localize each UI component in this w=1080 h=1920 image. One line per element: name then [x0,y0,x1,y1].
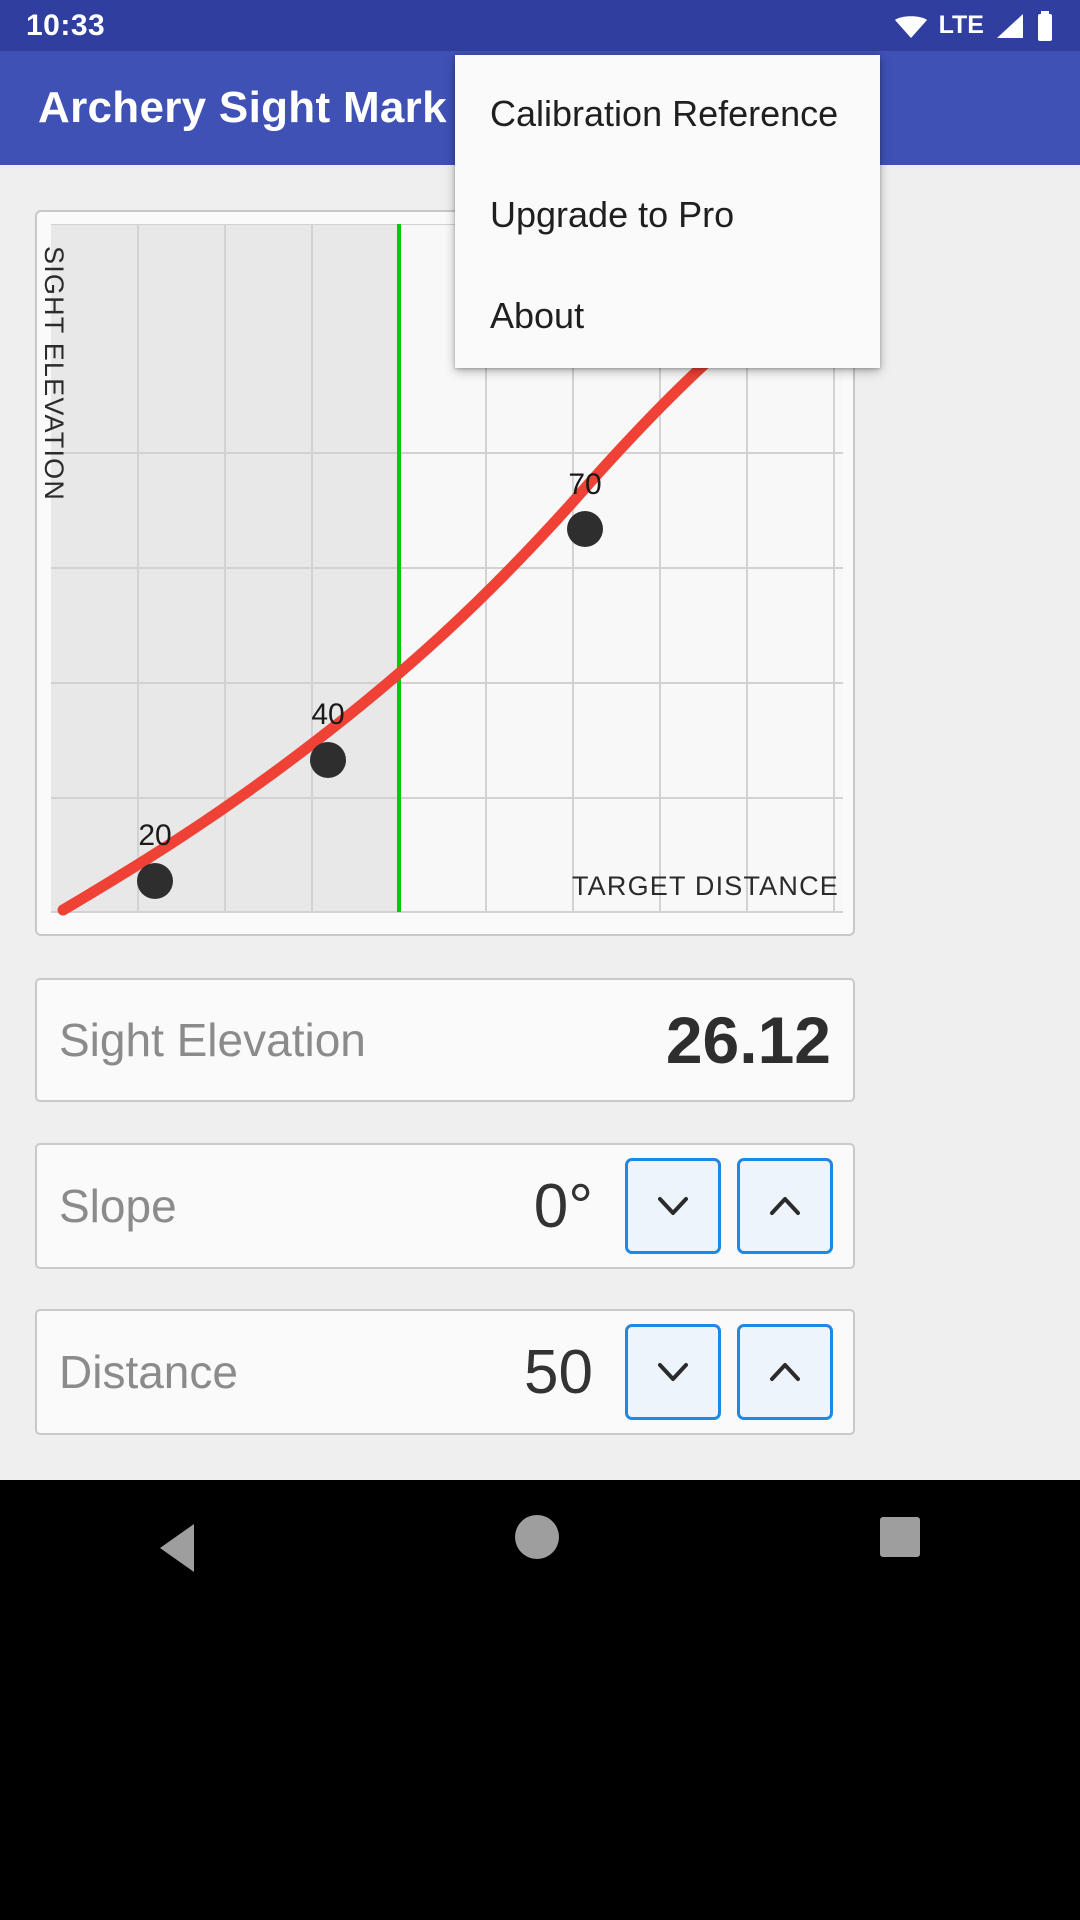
menu-item-label: Upgrade to Pro [490,193,735,235]
chart-y-axis-label: SIGHT ELEVATION [39,246,69,502]
system-navigation-bar [0,1480,1080,1920]
chart-point-label-70: 70 [568,468,602,501]
menu-item-label: About [490,294,585,336]
overflow-menu[interactable]: Calibration Reference Upgrade to Pro Abo… [455,55,880,368]
distance-label: Distance [59,1346,238,1398]
sight-elevation-row: Sight Elevation 26.12 [35,978,855,1102]
battery-icon [1038,10,1052,41]
slope-decrement-button[interactable] [625,1158,721,1254]
slope-row: Slope 0° [35,1143,855,1269]
home-circle-icon[interactable] [514,1515,559,1559]
signal-icon [997,13,1023,38]
menu-item-label: Calibration Reference [490,92,839,134]
chart-x-axis-label: TARGET DISTANCE [571,871,839,901]
chart-point-20 [137,863,173,899]
chart-point-label-40: 40 [311,698,345,731]
chevron-down-icon [658,1197,688,1215]
menu-item-calibration-reference[interactable]: Calibration Reference [455,63,880,164]
distance-row: Distance 50 [35,1309,855,1435]
chevron-up-icon [770,1197,800,1215]
menu-item-upgrade-to-pro[interactable]: Upgrade to Pro [455,164,880,265]
distance-value: 50 [524,1337,593,1407]
status-bar: 10:33 LTE [0,0,1080,51]
recents-square-icon[interactable] [879,1517,920,1557]
chart-point-70 [567,511,603,547]
chart-point-40 [310,742,346,778]
slope-increment-button[interactable] [737,1158,833,1254]
wifi-icon [894,15,927,38]
app-screen: 10:33 LTE Archery Sight Mark 20 40 70 SI… [0,0,1080,1920]
status-bar-clock: 10:33 [26,8,106,42]
chevron-down-icon [658,1363,688,1381]
network-type-label: LTE [938,11,984,39]
sight-elevation-label: Sight Elevation [59,1014,366,1066]
slope-stepper [625,1158,833,1254]
distance-decrement-button[interactable] [625,1324,721,1420]
chart-point-label-20: 20 [138,819,172,852]
page-title: Archery Sight Mark [38,83,447,132]
chevron-up-icon [770,1363,800,1381]
sight-elevation-value: 26.12 [665,1003,831,1077]
distance-stepper [625,1324,833,1420]
menu-item-about[interactable]: About [455,265,880,366]
slope-value: 0° [533,1171,593,1241]
distance-increment-button[interactable] [737,1324,833,1420]
back-triangle-icon[interactable] [160,1524,195,1572]
slope-label: Slope [59,1180,177,1232]
status-bar-icons: LTE [894,10,1054,41]
